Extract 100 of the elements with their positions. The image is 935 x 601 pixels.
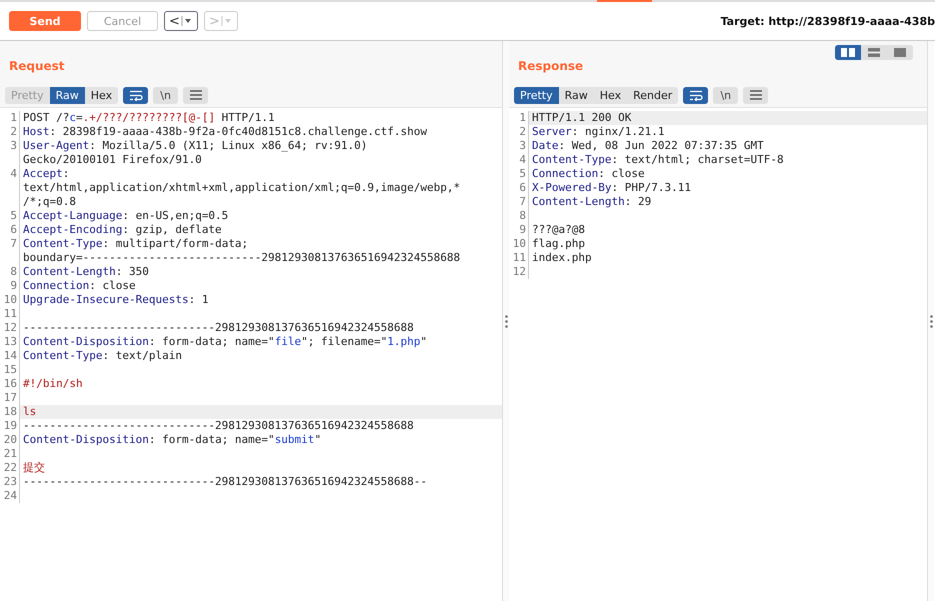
line-number: 23 — [0, 475, 20, 489]
code-text: -----------------------------298129308137636516942324558688 — [23, 419, 414, 432]
code-text: Connection — [23, 279, 90, 292]
code-text: text/html,application/xhtml+xml,application/xml;q=0.9,image/webp,* — [23, 181, 460, 194]
line-number: 9 — [0, 279, 20, 293]
code-text: Accept-Language — [23, 209, 122, 222]
code-text: Content-Length — [532, 195, 625, 208]
line-number: 9 — [509, 223, 529, 237]
code-text: Server — [532, 125, 572, 138]
wrap-lines-icon — [128, 90, 143, 100]
code-text: : gzip, deflate — [122, 223, 222, 236]
line-number: 17 — [0, 391, 20, 405]
line-number: 3 — [509, 139, 529, 153]
code-text: : 350 — [116, 265, 149, 278]
code-text: : — [62, 167, 70, 180]
code-text: : en-US,en;q=0.5 — [122, 209, 228, 222]
line-number: 12 — [509, 265, 529, 279]
code-text: : text/html; charset=UTF-8 — [611, 153, 784, 166]
code-text: Content-Type — [23, 237, 102, 250]
code-text: /*;q=0.8 — [23, 195, 76, 208]
wrap-lines-button[interactable] — [123, 86, 148, 104]
line-number: 3 — [0, 139, 20, 167]
layout-toggle[interactable] — [835, 45, 861, 60]
wrap-lines-icon — [688, 90, 703, 100]
code-text: Date — [532, 139, 558, 152]
code-text: -----------------------------298129308137636516942324558688-- — [23, 475, 427, 488]
single-pane-icon — [894, 48, 906, 57]
code-text: flag.php — [532, 237, 585, 250]
line-number: 11 — [509, 251, 529, 265]
code-text: : 29 — [624, 195, 652, 208]
code-text: = — [76, 111, 83, 124]
code-text: : nginx/1.21.1 — [572, 125, 664, 138]
code-text: Content-Length — [23, 265, 116, 278]
code-text: User-Agent — [23, 139, 90, 152]
line-number: 19 — [0, 419, 20, 433]
code-text: Accept — [23, 167, 63, 180]
code-text: : 1 — [188, 293, 208, 306]
code-text: boundary=---------------------------298129308137636516942324558688 — [23, 251, 460, 264]
code-text: " — [420, 335, 428, 348]
code-text: ???@a?@8 — [532, 223, 585, 236]
menu-icon — [750, 90, 762, 100]
code-text: : multipart/form-data; — [102, 237, 248, 250]
code-text: submit — [274, 433, 314, 446]
code-text: "; filename=" — [301, 335, 388, 348]
code-text: Content-Disposition — [23, 335, 149, 348]
code-text: .+/???/????????[@-[] — [82, 111, 216, 124]
menu-icon — [190, 90, 202, 100]
split-columns-icon — [841, 48, 855, 57]
panel-title: Request — [9, 59, 65, 73]
line-number: 8 — [0, 265, 20, 279]
wrap-lines-button[interactable] — [683, 86, 708, 104]
drag-handle-icon[interactable] — [930, 314, 932, 328]
line-number: 14 — [0, 349, 20, 363]
drag-handle-icon[interactable] — [504, 314, 508, 328]
code-text: : close — [89, 279, 136, 292]
line-number: 7 — [509, 195, 529, 209]
line-number: 6 — [509, 181, 529, 195]
line-number: 6 — [0, 223, 20, 237]
view-tab[interactable]: Pretty — [514, 86, 559, 104]
code-text: POST /? — [23, 111, 70, 124]
code-text: index.php — [532, 251, 592, 264]
code-text: Host — [23, 125, 50, 138]
line-number: 7 — [0, 237, 20, 265]
line-number: 5 — [0, 209, 20, 223]
line-number: 11 — [0, 307, 20, 321]
code-text: Gecko/20100101 Firefox/91.0 — [23, 153, 202, 166]
code-text: Content-Disposition — [23, 433, 149, 446]
back-button[interactable]: < — [164, 11, 198, 31]
line-number: 12 — [0, 321, 20, 335]
line-number: 1 — [0, 111, 20, 125]
code-text: X-Powered-By — [532, 181, 612, 194]
newline-toggle-button[interactable]: \n — [713, 86, 738, 104]
dropdown-caret-icon — [180, 15, 193, 27]
code-text: : PHP/7.3.11 — [611, 181, 691, 194]
menu-button[interactable] — [743, 86, 768, 104]
code-text: HTTP/1.1 — [220, 111, 275, 124]
code-text: -----------------------------298129308137636516942324558688 — [23, 321, 414, 334]
code-text: 提交 — [23, 461, 45, 474]
line-number: 21 — [0, 447, 20, 461]
line-number: 4 — [0, 167, 20, 209]
code-text: HTTP/1.1 200 OK — [532, 111, 632, 124]
code-text: Connection — [532, 167, 598, 180]
code-text: Content-Type — [532, 153, 612, 166]
code-text: Accept-Encoding — [23, 223, 122, 236]
code-text: : 28398f19-aaaa-438b-9f2a-0fc40d8151c8.challenge.ctf.show — [50, 125, 427, 138]
line-number: 10 — [509, 237, 529, 251]
line-number: 5 — [509, 167, 529, 181]
code-text: : text/plain — [102, 349, 182, 362]
newline-toggle-button[interactable]: \n — [153, 86, 178, 104]
code-text: : close — [598, 167, 645, 180]
line-number: 20 — [0, 433, 20, 447]
code-text: Content-Type — [23, 349, 102, 362]
menu-button[interactable] — [183, 86, 208, 104]
code-text: : Wed, 08 Jun 2022 07:37:35 GMT — [558, 139, 764, 152]
line-number: 16 — [0, 377, 20, 391]
code-text: ls — [23, 405, 36, 418]
code-text: file — [274, 335, 302, 348]
panel-title: Response — [518, 59, 584, 73]
target-url: Target: http://28398f19-aaaa-438b — [720, 14, 935, 28]
view-tab[interactable]: Raw — [50, 86, 85, 104]
